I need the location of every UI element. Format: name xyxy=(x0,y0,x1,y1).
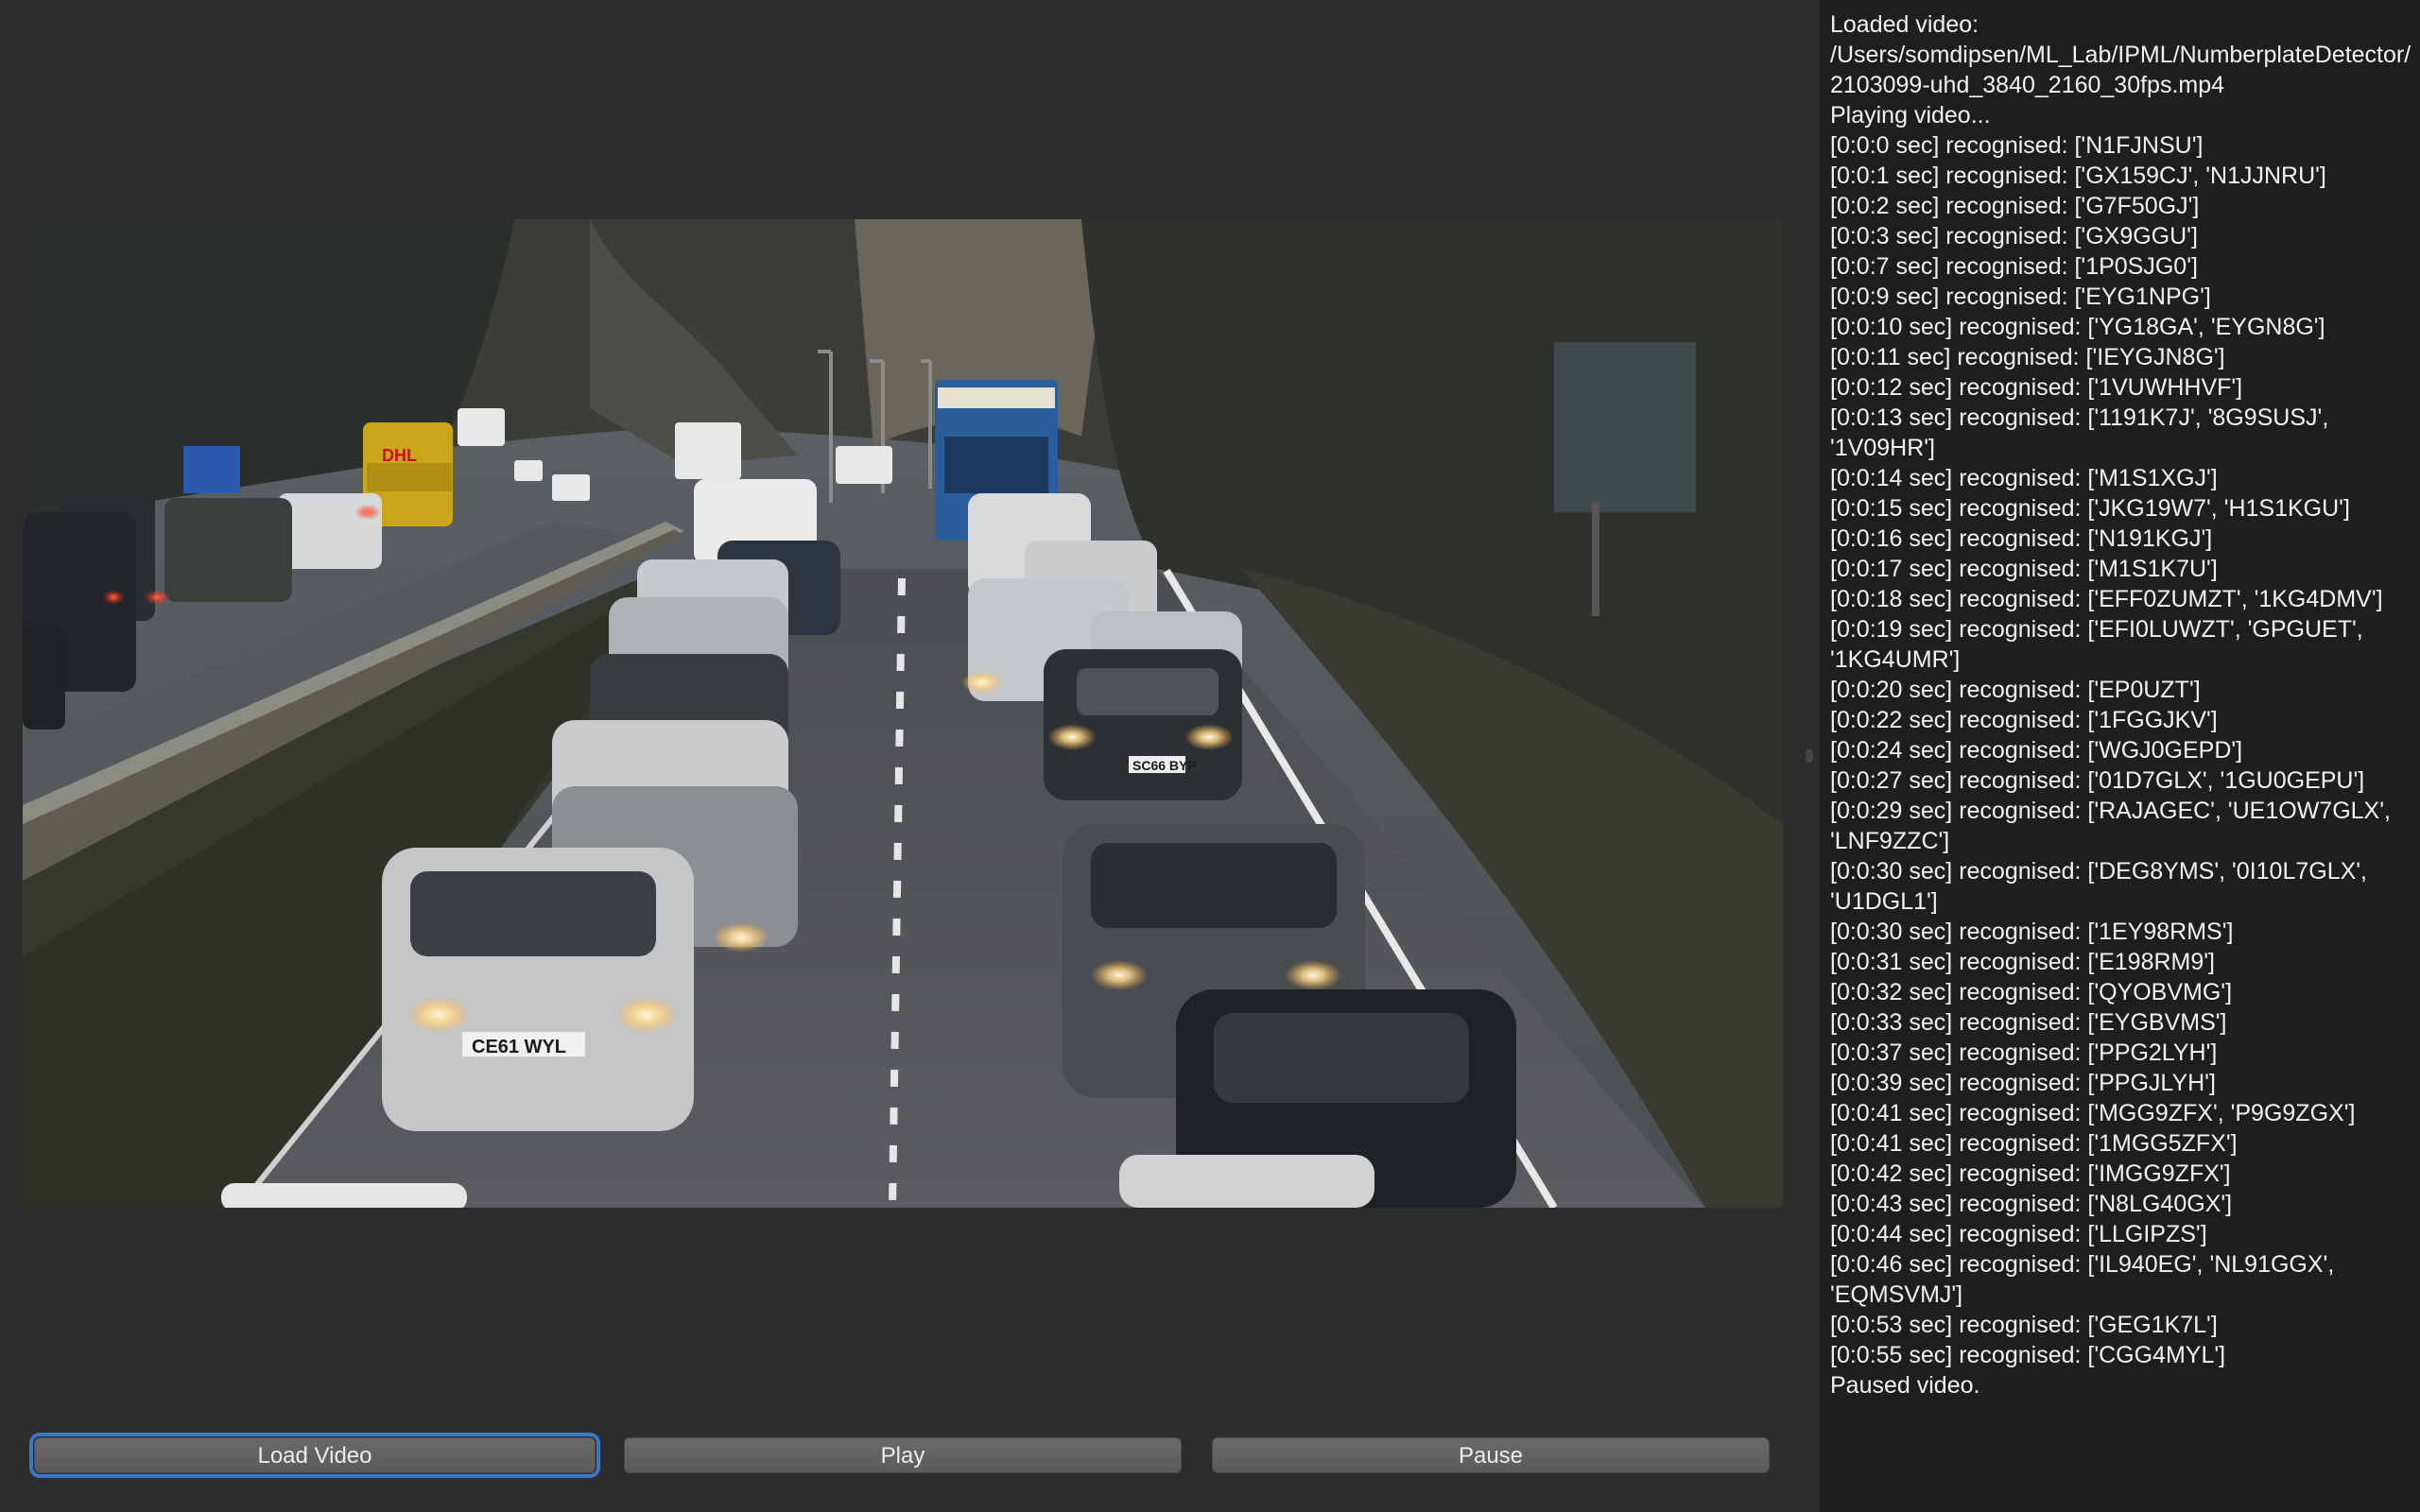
log-line: [0:0:46 sec] recognised: ['IL940EG', 'NL… xyxy=(1830,1251,2342,1308)
log-line: [0:0:19 sec] recognised: ['EFI0LUWZT', '… xyxy=(1830,616,2370,673)
pause-button[interactable]: Pause xyxy=(1212,1437,1770,1473)
log-line: [0:0:41 sec] recognised: ['MGG9ZFX', 'P9… xyxy=(1830,1100,2356,1126)
log-line: [0:0:7 sec] recognised: ['1P0SJG0'] xyxy=(1830,253,2198,280)
log-line: [0:0:43 sec] recognised: ['N8LG40GX'] xyxy=(1830,1191,2233,1217)
log-line: [0:0:22 sec] recognised: ['1FGGJKV'] xyxy=(1830,707,2218,733)
play-button[interactable]: Play xyxy=(624,1437,1182,1473)
log-line: [0:0:30 sec] recognised: ['DEG8YMS', '0I… xyxy=(1830,858,2374,915)
log-line: [0:0:17 sec] recognised: ['M1S1K7U'] xyxy=(1830,556,2218,582)
log-line: [0:0:53 sec] recognised: ['GEG1K7L'] xyxy=(1830,1312,2218,1338)
log-line: [0:0:42 sec] recognised: ['IMGG9ZFX'] xyxy=(1830,1160,2231,1187)
log-line: Loaded video: /Users/somdipsen/ML_Lab/IP… xyxy=(1830,11,2411,98)
video-frame-image: DHL CE61 WYL SC66 BYP xyxy=(23,219,1783,1208)
log-line: [0:0:55 sec] recognised: ['CGG4MYL'] xyxy=(1830,1342,2226,1368)
log-line: [0:0:9 sec] recognised: ['EYG1NPG'] xyxy=(1830,284,2211,310)
log-line: Paused video. xyxy=(1830,1372,1980,1399)
log-line: [0:0:24 sec] recognised: ['WGJ0GEPD'] xyxy=(1830,737,2243,764)
log-line: [0:0:10 sec] recognised: ['YG18GA', 'EYG… xyxy=(1830,314,2325,340)
splitter-handle[interactable] xyxy=(1806,749,1813,763)
log-line: [0:0:13 sec] recognised: ['1191K7J', '8G… xyxy=(1830,404,2336,461)
log-line: [0:0:0 sec] recognised: ['N1FJNSU'] xyxy=(1830,132,2204,159)
log-line: [0:0:29 sec] recognised: ['RAJAGEC', 'UE… xyxy=(1830,798,2397,854)
log-line: [0:0:14 sec] recognised: ['M1S1XGJ'] xyxy=(1830,465,2218,491)
log-line: [0:0:44 sec] recognised: ['LLGIPZS'] xyxy=(1830,1221,2207,1247)
load-video-button[interactable]: Load Video xyxy=(29,1433,600,1478)
log-line: [0:0:33 sec] recognised: ['EYGBVMS'] xyxy=(1830,1009,2227,1036)
log-line: [0:0:18 sec] recognised: ['EFF0ZUMZT', '… xyxy=(1830,586,2383,612)
log-panel[interactable]: Loaded video: /Users/somdipsen/ML_Lab/IP… xyxy=(1819,0,2420,1512)
log-line: [0:0:30 sec] recognised: ['1EY98RMS'] xyxy=(1830,919,2234,945)
log-line: [0:0:41 sec] recognised: ['1MGG5ZFX'] xyxy=(1830,1130,2238,1157)
log-line: [0:0:2 sec] recognised: ['G7F50GJ'] xyxy=(1830,193,2200,219)
log-line: [0:0:3 sec] recognised: ['GX9GGU'] xyxy=(1830,223,2198,249)
log-line: [0:0:27 sec] recognised: ['01D7GLX', '1G… xyxy=(1830,767,2365,794)
log-line: [0:0:16 sec] recognised: ['N191KGJ'] xyxy=(1830,525,2213,552)
log-line: [0:0:11 sec] recognised: ['IEYGJN8G'] xyxy=(1830,344,2225,370)
log-text: Loaded video: /Users/somdipsen/ML_Lab/IP… xyxy=(1830,9,2414,1400)
svg-text:DHL: DHL xyxy=(382,446,417,465)
log-line: [0:0:15 sec] recognised: ['JKG19W7', 'H1… xyxy=(1830,495,2350,522)
log-line: [0:0:20 sec] recognised: ['EP0UZT'] xyxy=(1830,677,2201,703)
video-display: DHL CE61 WYL SC66 BYP xyxy=(23,219,1783,1208)
log-line: [0:0:31 sec] recognised: ['E198RM9'] xyxy=(1830,949,2215,975)
log-line: [0:0:12 sec] recognised: ['1VUWHHVF'] xyxy=(1830,374,2243,401)
log-line: Playing video... xyxy=(1830,102,1991,129)
plate-text-vw: CE61 WYL xyxy=(472,1037,566,1057)
log-line: [0:0:1 sec] recognised: ['GX159CJ', 'N1J… xyxy=(1830,163,2326,189)
log-line: [0:0:39 sec] recognised: ['PPGJLYH'] xyxy=(1830,1070,2216,1096)
plate-text-audi: SC66 BYP xyxy=(1132,758,1197,773)
log-line: [0:0:32 sec] recognised: ['QYOBVMG'] xyxy=(1830,979,2233,1005)
log-line: [0:0:37 sec] recognised: ['PPG2LYH'] xyxy=(1830,1040,2218,1066)
